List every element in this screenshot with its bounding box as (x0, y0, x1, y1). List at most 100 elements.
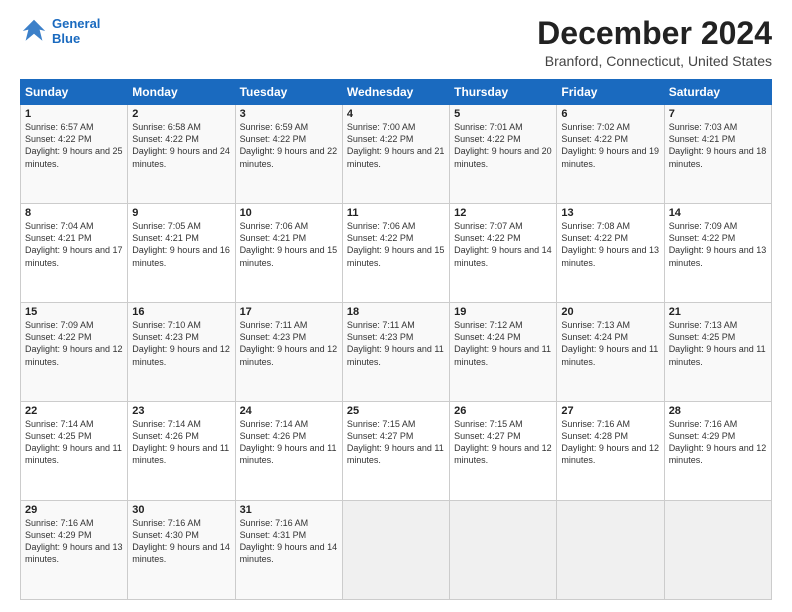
day-number: 5 (454, 108, 552, 120)
day-info: Sunrise: 7:16 AMSunset: 4:29 PMDaylight:… (669, 418, 767, 467)
day-info: Sunrise: 7:08 AMSunset: 4:22 PMDaylight:… (561, 220, 659, 269)
calendar-cell: 6Sunrise: 7:02 AMSunset: 4:22 PMDaylight… (557, 105, 664, 204)
day-info: Sunrise: 7:06 AMSunset: 4:21 PMDaylight:… (240, 220, 338, 269)
header-cell-thursday: Thursday (450, 80, 557, 105)
day-number: 23 (132, 405, 230, 417)
calendar-cell: 4Sunrise: 7:00 AMSunset: 4:22 PMDaylight… (342, 105, 449, 204)
day-info: Sunrise: 7:15 AMSunset: 4:27 PMDaylight:… (454, 418, 552, 467)
day-info: Sunrise: 6:57 AMSunset: 4:22 PMDaylight:… (25, 121, 123, 170)
header-cell-sunday: Sunday (21, 80, 128, 105)
calendar-week-1: 1Sunrise: 6:57 AMSunset: 4:22 PMDaylight… (21, 105, 772, 204)
day-number: 27 (561, 405, 659, 417)
header-cell-friday: Friday (557, 80, 664, 105)
logo-icon (20, 17, 48, 45)
calendar-cell: 10Sunrise: 7:06 AMSunset: 4:21 PMDayligh… (235, 204, 342, 303)
calendar-week-2: 8Sunrise: 7:04 AMSunset: 4:21 PMDaylight… (21, 204, 772, 303)
main-title: December 2024 (537, 16, 772, 51)
calendar-cell: 27Sunrise: 7:16 AMSunset: 4:28 PMDayligh… (557, 402, 664, 501)
day-number: 21 (669, 306, 767, 318)
day-number: 13 (561, 207, 659, 219)
calendar-cell: 13Sunrise: 7:08 AMSunset: 4:22 PMDayligh… (557, 204, 664, 303)
day-number: 11 (347, 207, 445, 219)
day-number: 26 (454, 405, 552, 417)
day-info: Sunrise: 7:16 AMSunset: 4:28 PMDaylight:… (561, 418, 659, 467)
calendar-cell: 20Sunrise: 7:13 AMSunset: 4:24 PMDayligh… (557, 303, 664, 402)
header-cell-saturday: Saturday (664, 80, 771, 105)
day-info: Sunrise: 7:04 AMSunset: 4:21 PMDaylight:… (25, 220, 123, 269)
calendar-cell: 5Sunrise: 7:01 AMSunset: 4:22 PMDaylight… (450, 105, 557, 204)
calendar-cell: 19Sunrise: 7:12 AMSunset: 4:24 PMDayligh… (450, 303, 557, 402)
calendar-cell (342, 501, 449, 600)
calendar-cell: 22Sunrise: 7:14 AMSunset: 4:25 PMDayligh… (21, 402, 128, 501)
calendar-cell: 18Sunrise: 7:11 AMSunset: 4:23 PMDayligh… (342, 303, 449, 402)
day-number: 3 (240, 108, 338, 120)
calendar-table: SundayMondayTuesdayWednesdayThursdayFrid… (20, 79, 772, 600)
calendar-cell (450, 501, 557, 600)
day-number: 22 (25, 405, 123, 417)
calendar-cell: 28Sunrise: 7:16 AMSunset: 4:29 PMDayligh… (664, 402, 771, 501)
day-info: Sunrise: 7:02 AMSunset: 4:22 PMDaylight:… (561, 121, 659, 170)
day-info: Sunrise: 7:09 AMSunset: 4:22 PMDaylight:… (669, 220, 767, 269)
day-number: 25 (347, 405, 445, 417)
day-info: Sunrise: 7:14 AMSunset: 4:26 PMDaylight:… (132, 418, 230, 467)
day-info: Sunrise: 7:12 AMSunset: 4:24 PMDaylight:… (454, 319, 552, 368)
day-number: 20 (561, 306, 659, 318)
header-cell-monday: Monday (128, 80, 235, 105)
calendar-week-5: 29Sunrise: 7:16 AMSunset: 4:29 PMDayligh… (21, 501, 772, 600)
day-number: 7 (669, 108, 767, 120)
day-number: 2 (132, 108, 230, 120)
page: General Blue December 2024 Branford, Con… (0, 0, 792, 612)
calendar-cell: 12Sunrise: 7:07 AMSunset: 4:22 PMDayligh… (450, 204, 557, 303)
day-number: 29 (25, 504, 123, 516)
day-info: Sunrise: 7:14 AMSunset: 4:25 PMDaylight:… (25, 418, 123, 467)
day-number: 4 (347, 108, 445, 120)
day-info: Sunrise: 7:16 AMSunset: 4:31 PMDaylight:… (240, 517, 338, 566)
title-area: December 2024 Branford, Connecticut, Uni… (537, 16, 772, 69)
day-number: 12 (454, 207, 552, 219)
day-number: 17 (240, 306, 338, 318)
calendar-cell (664, 501, 771, 600)
calendar-cell: 24Sunrise: 7:14 AMSunset: 4:26 PMDayligh… (235, 402, 342, 501)
day-info: Sunrise: 7:09 AMSunset: 4:22 PMDaylight:… (25, 319, 123, 368)
day-info: Sunrise: 7:06 AMSunset: 4:22 PMDaylight:… (347, 220, 445, 269)
day-number: 24 (240, 405, 338, 417)
day-info: Sunrise: 7:14 AMSunset: 4:26 PMDaylight:… (240, 418, 338, 467)
calendar-cell: 26Sunrise: 7:15 AMSunset: 4:27 PMDayligh… (450, 402, 557, 501)
calendar-cell: 21Sunrise: 7:13 AMSunset: 4:25 PMDayligh… (664, 303, 771, 402)
calendar-cell: 29Sunrise: 7:16 AMSunset: 4:29 PMDayligh… (21, 501, 128, 600)
logo-text: General Blue (52, 16, 100, 46)
day-info: Sunrise: 7:16 AMSunset: 4:29 PMDaylight:… (25, 517, 123, 566)
calendar-week-4: 22Sunrise: 7:14 AMSunset: 4:25 PMDayligh… (21, 402, 772, 501)
day-number: 1 (25, 108, 123, 120)
day-number: 8 (25, 207, 123, 219)
calendar-cell: 16Sunrise: 7:10 AMSunset: 4:23 PMDayligh… (128, 303, 235, 402)
day-number: 30 (132, 504, 230, 516)
day-info: Sunrise: 7:11 AMSunset: 4:23 PMDaylight:… (240, 319, 338, 368)
calendar-cell: 15Sunrise: 7:09 AMSunset: 4:22 PMDayligh… (21, 303, 128, 402)
calendar-cell: 8Sunrise: 7:04 AMSunset: 4:21 PMDaylight… (21, 204, 128, 303)
subtitle: Branford, Connecticut, United States (537, 53, 772, 69)
logo: General Blue (20, 16, 100, 46)
calendar-week-3: 15Sunrise: 7:09 AMSunset: 4:22 PMDayligh… (21, 303, 772, 402)
calendar-cell: 17Sunrise: 7:11 AMSunset: 4:23 PMDayligh… (235, 303, 342, 402)
day-number: 31 (240, 504, 338, 516)
calendar-cell: 30Sunrise: 7:16 AMSunset: 4:30 PMDayligh… (128, 501, 235, 600)
day-info: Sunrise: 7:13 AMSunset: 4:25 PMDaylight:… (669, 319, 767, 368)
day-number: 18 (347, 306, 445, 318)
calendar-cell: 2Sunrise: 6:58 AMSunset: 4:22 PMDaylight… (128, 105, 235, 204)
calendar-cell: 3Sunrise: 6:59 AMSunset: 4:22 PMDaylight… (235, 105, 342, 204)
day-info: Sunrise: 7:07 AMSunset: 4:22 PMDaylight:… (454, 220, 552, 269)
day-number: 19 (454, 306, 552, 318)
day-number: 6 (561, 108, 659, 120)
header-cell-wednesday: Wednesday (342, 80, 449, 105)
day-info: Sunrise: 7:00 AMSunset: 4:22 PMDaylight:… (347, 121, 445, 170)
day-number: 28 (669, 405, 767, 417)
day-info: Sunrise: 6:58 AMSunset: 4:22 PMDaylight:… (132, 121, 230, 170)
day-info: Sunrise: 7:01 AMSunset: 4:22 PMDaylight:… (454, 121, 552, 170)
day-info: Sunrise: 7:05 AMSunset: 4:21 PMDaylight:… (132, 220, 230, 269)
day-number: 10 (240, 207, 338, 219)
calendar-cell: 31Sunrise: 7:16 AMSunset: 4:31 PMDayligh… (235, 501, 342, 600)
day-number: 9 (132, 207, 230, 219)
day-info: Sunrise: 7:16 AMSunset: 4:30 PMDaylight:… (132, 517, 230, 566)
day-number: 15 (25, 306, 123, 318)
